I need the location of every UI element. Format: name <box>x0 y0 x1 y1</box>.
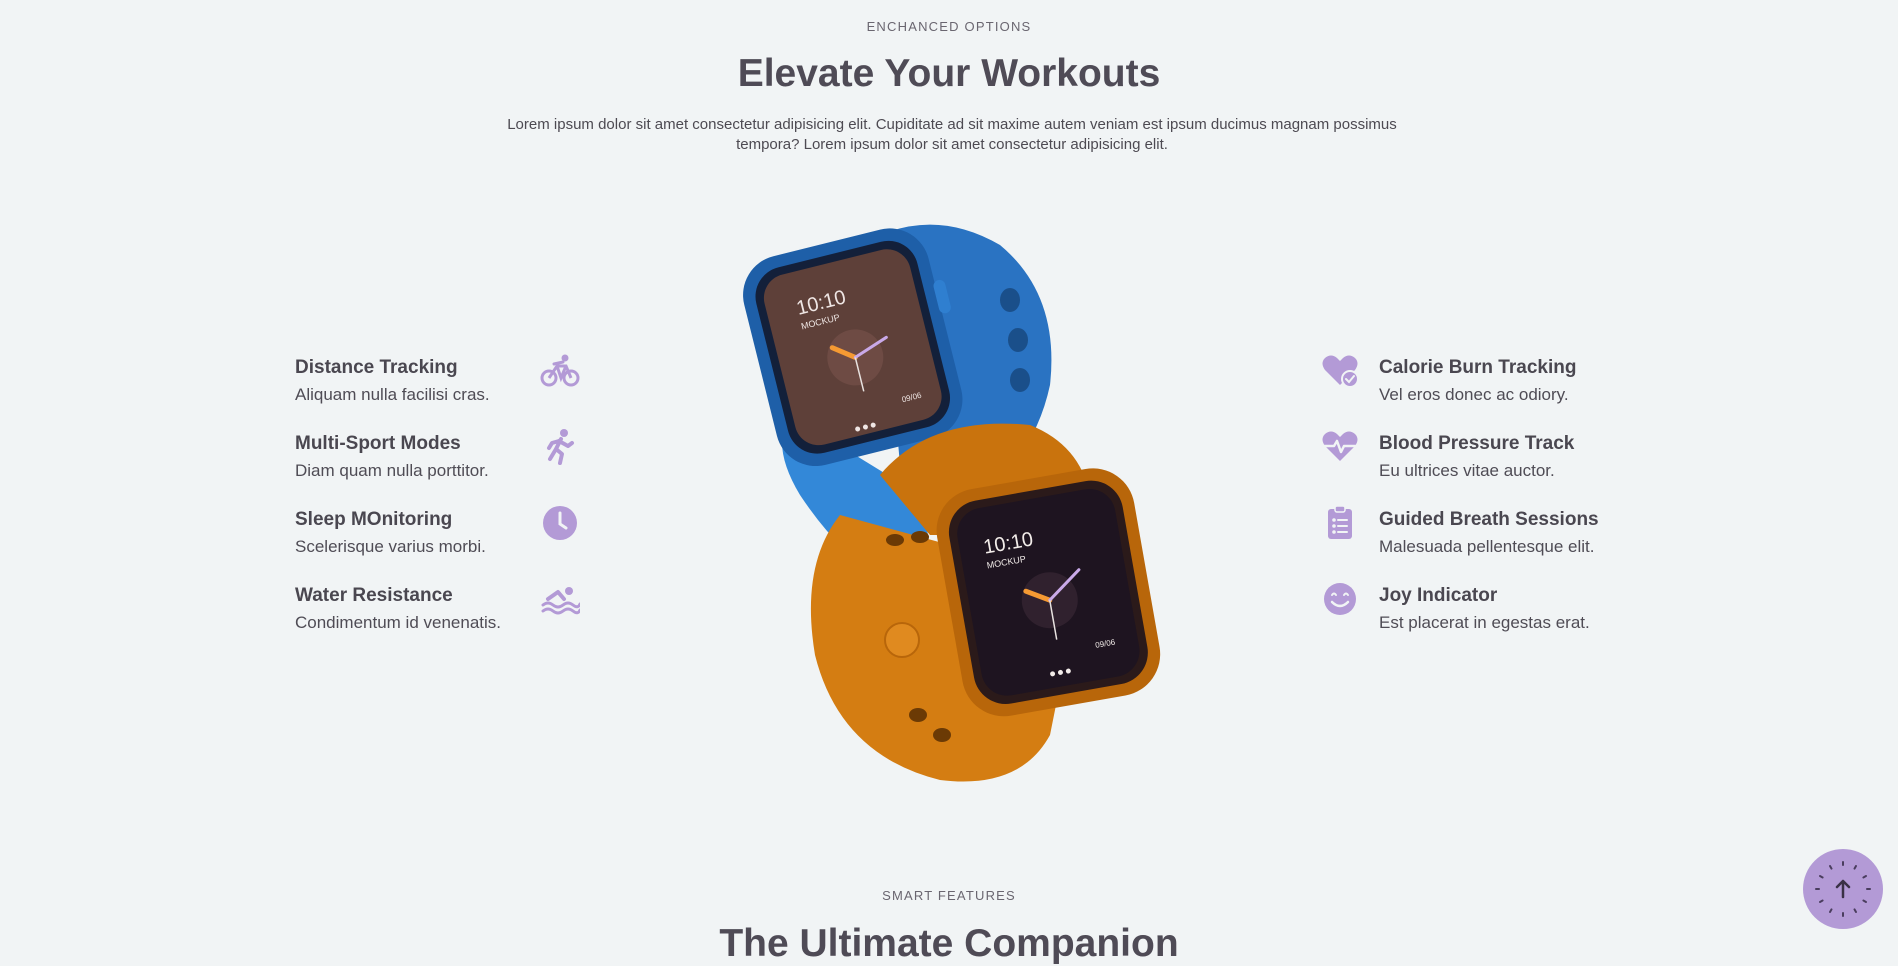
feature-description: Diam quam nulla porttitor. <box>295 461 489 480</box>
clipboard-list-icon <box>1318 503 1362 543</box>
section-title: Elevate Your Workouts <box>737 52 1161 95</box>
scroll-to-top-button[interactable] <box>1803 849 1883 929</box>
feature-title: Sleep MOnitoring <box>295 509 453 530</box>
feature-title: Calorie Burn Tracking <box>1379 357 1577 378</box>
arrow-up-icon <box>1815 861 1871 917</box>
smile-icon <box>1318 579 1362 619</box>
feature-distance-tracking: Distance Tracking Aliquam nulla facilisi… <box>295 356 490 406</box>
smartwatch-product-image: 10:10 MOCKUP 09/06 10:10 MOCKUP 09/06 <box>743 224 1161 782</box>
feature-multi-sport-modes: Multi-Sport Modes Diam quam nulla portti… <box>295 432 489 482</box>
runner-icon <box>538 427 582 467</box>
feature-title: Distance Tracking <box>295 357 458 378</box>
feature-description: Vel eros donec ac odiory. <box>1379 385 1569 404</box>
clock-icon <box>538 503 582 543</box>
feature-blood-pressure-track: Blood Pressure Track Eu ultrices vitae a… <box>1379 432 1574 482</box>
heart-check-icon <box>1318 351 1362 391</box>
feature-description: Malesuada pellentesque elit. <box>1379 537 1595 556</box>
feature-description: Aliquam nulla facilisi cras. <box>295 385 490 404</box>
section-intro: Lorem ipsum dolor sit amet consectetur a… <box>507 116 1397 153</box>
feature-guided-breath-sessions: Guided Breath Sessions Malesuada pellent… <box>1379 508 1599 558</box>
section-eyebrow: ENCHANCED OPTIONS <box>866 19 1032 34</box>
feature-water-resistance: Water Resistance Condimentum id venenati… <box>295 584 501 634</box>
feature-description: Eu ultrices vitae auctor. <box>1379 461 1555 480</box>
feature-title: Joy Indicator <box>1379 585 1498 606</box>
feature-sleep-monitoring: Sleep MOnitoring Scelerisque varius morb… <box>295 508 486 558</box>
feature-calorie-burn-tracking: Calorie Burn Tracking Vel eros donec ac … <box>1379 356 1576 406</box>
feature-joy-indicator: Joy Indicator Est placerat in egestas er… <box>1379 584 1590 634</box>
feature-title: Multi-Sport Modes <box>295 433 461 454</box>
heart-pulse-icon <box>1318 427 1362 467</box>
feature-description: Condimentum id venenatis. <box>295 613 502 632</box>
feature-description: Scelerisque varius morbi. <box>295 537 486 556</box>
feature-title: Guided Breath Sessions <box>1379 509 1599 530</box>
next-section-eyebrow: SMART FEATURES <box>882 888 1016 903</box>
next-section-title: The Ultimate Companion <box>719 922 1179 965</box>
bicycle-icon <box>538 351 582 391</box>
feature-description: Est placerat in egestas erat. <box>1379 613 1590 632</box>
feature-title: Water Resistance <box>295 585 453 606</box>
swimmer-icon <box>538 579 582 619</box>
feature-title: Blood Pressure Track <box>1379 433 1575 454</box>
